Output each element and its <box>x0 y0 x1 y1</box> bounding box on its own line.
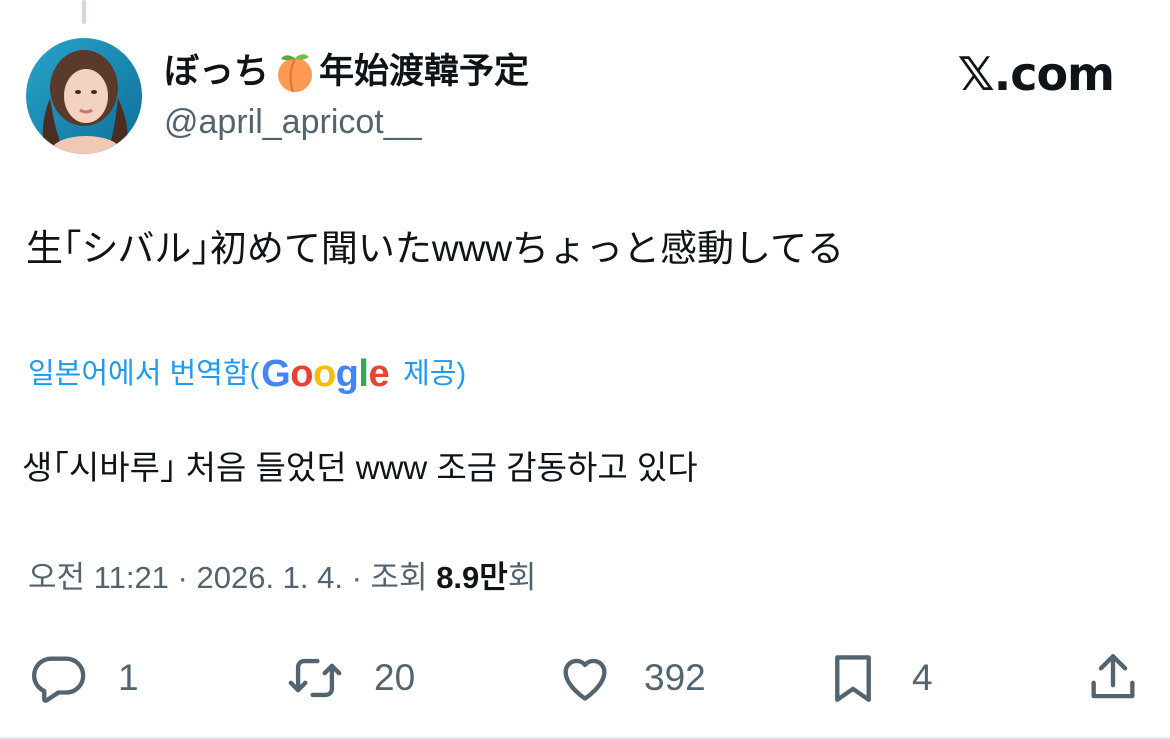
translation-label: 일본어에서 번역함( <box>28 358 260 390</box>
heart-icon <box>563 658 607 701</box>
avatar[interactable] <box>26 38 142 154</box>
author-display-name[interactable]: ぼっち 年始渡韓予定 <box>164 50 529 94</box>
reply-button[interactable]: 1 <box>30 640 139 716</box>
share-button[interactable] <box>1084 640 1142 716</box>
like-count: 392 <box>644 657 706 698</box>
translated-tweet-text: 생｢시바루｣ 처음 들었던 www 조금 감동하고 있다 <box>22 449 698 486</box>
google-letter: l <box>358 353 369 395</box>
google-letter: e <box>368 353 390 395</box>
display-name-text: ぼっち <box>164 52 270 91</box>
action-bar: 1 20 392 4 <box>0 640 1170 716</box>
google-letter: g <box>335 353 359 395</box>
bookmark-icon <box>835 655 871 702</box>
translation-suffix: 제공) <box>403 358 467 390</box>
like-button[interactable]: 392 <box>556 640 706 716</box>
share-icon <box>1091 654 1135 699</box>
display-name-suffix: 年始渡韓予定 <box>319 52 530 91</box>
view-count-suffix: 회 <box>507 560 537 595</box>
retweet-icon <box>288 658 342 698</box>
peach-emoji-icon <box>271 50 319 94</box>
bookmark-count: 4 <box>912 657 933 698</box>
reply-icon <box>32 656 86 703</box>
tweet-metadata: 오전 11:21 · 2026. 1. 4. · 조회 8.9만회 <box>28 556 536 600</box>
reply-count: 1 <box>118 657 139 698</box>
google-logo: Google <box>261 352 389 396</box>
retweet-count: 20 <box>374 657 416 698</box>
google-letter: o <box>290 353 313 395</box>
tweet-text: 生｢シバル｣初めて聞いたwwwちょっと感動してる <box>26 228 844 269</box>
thread-connector-line <box>82 0 86 24</box>
google-letter: G <box>261 353 291 395</box>
retweet-button[interactable]: 20 <box>286 640 415 716</box>
x-com-logo: 𝕏.com <box>957 47 1115 101</box>
tweet-timestamp[interactable]: 오전 11:21 · 2026. 1. 4. · 조회 <box>28 560 436 595</box>
author-handle[interactable]: @april_apricot__ <box>164 100 422 144</box>
bookmark-button[interactable]: 4 <box>824 640 933 716</box>
google-letter: o <box>312 353 336 395</box>
translation-attribution[interactable]: 일본어에서 번역함( Google 제공) <box>28 352 466 396</box>
view-count: 8.9만 <box>436 560 508 595</box>
